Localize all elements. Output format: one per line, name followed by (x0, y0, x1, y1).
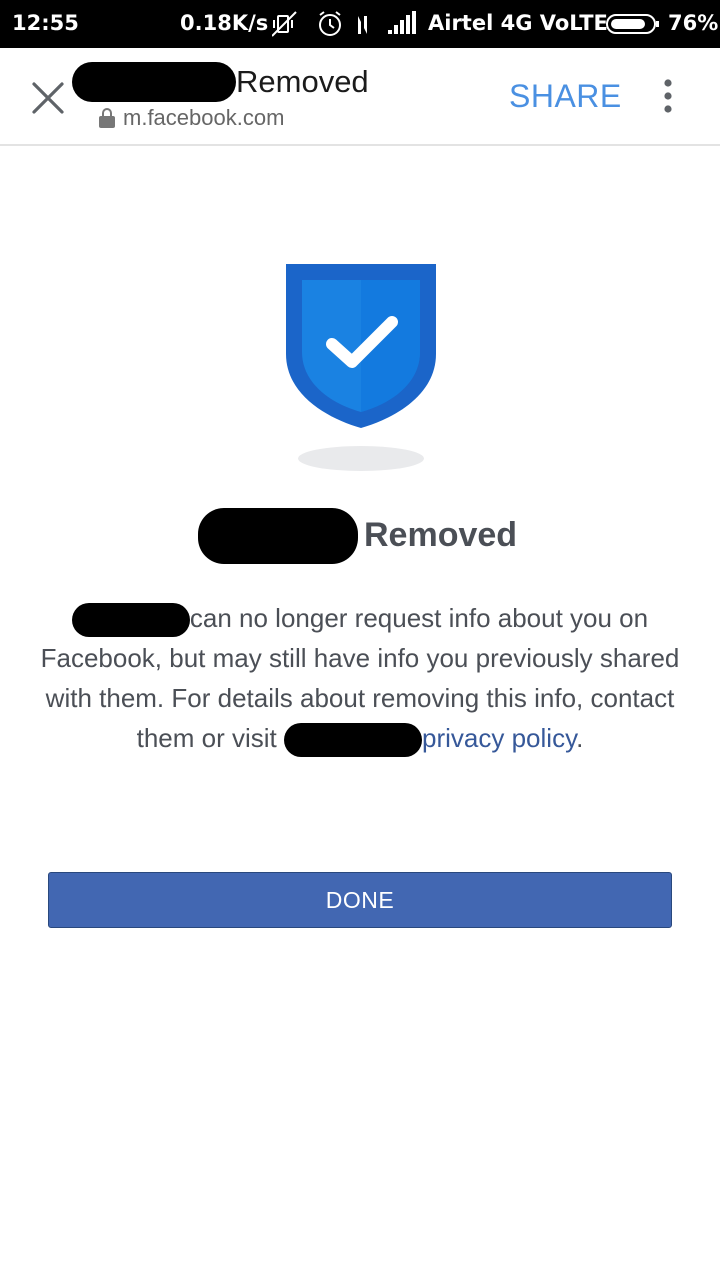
status-icons (272, 11, 416, 37)
url-row[interactable]: m.facebook.com (98, 105, 285, 130)
vibrate-icon (272, 11, 297, 37)
redaction-mark (284, 723, 422, 758)
page-title: Removed (236, 64, 369, 99)
status-carrier: Airtel 4G VoLTE (428, 11, 608, 35)
lock-icon (99, 108, 115, 128)
signal-icon (388, 11, 416, 34)
heading-title: Removed (364, 516, 518, 554)
info-message: can no longer request info about you on … (30, 598, 690, 758)
browser-toolbar: Removed m.facebook.com SHARE (0, 48, 720, 146)
done-button[interactable]: DONE (48, 872, 672, 928)
status-net-speed: 0.18K/s (180, 11, 269, 35)
redaction-mark (72, 62, 236, 102)
status-time: 12:55 (12, 11, 79, 35)
heading-area: Removed (192, 506, 532, 566)
shield-shadow (298, 446, 424, 471)
page-title-area: Removed (72, 62, 472, 102)
data-arrows-icon (358, 16, 367, 34)
status-bar: 12:55 0.18K/s Airtel 4G VoLTE 76% (0, 0, 720, 48)
more-vert-icon[interactable] (656, 78, 680, 114)
redaction-mark (198, 508, 358, 564)
share-button[interactable]: SHARE (509, 78, 622, 115)
status-battery-percent: 76% (668, 11, 719, 35)
redaction-mark (71, 603, 190, 638)
privacy-policy-link[interactable]: privacy policy (422, 723, 576, 753)
url-text: m.facebook.com (123, 105, 285, 130)
battery-icon (606, 14, 659, 34)
alarm-icon (319, 11, 341, 36)
shield-check-icon (286, 264, 436, 428)
close-icon[interactable] (30, 80, 66, 116)
